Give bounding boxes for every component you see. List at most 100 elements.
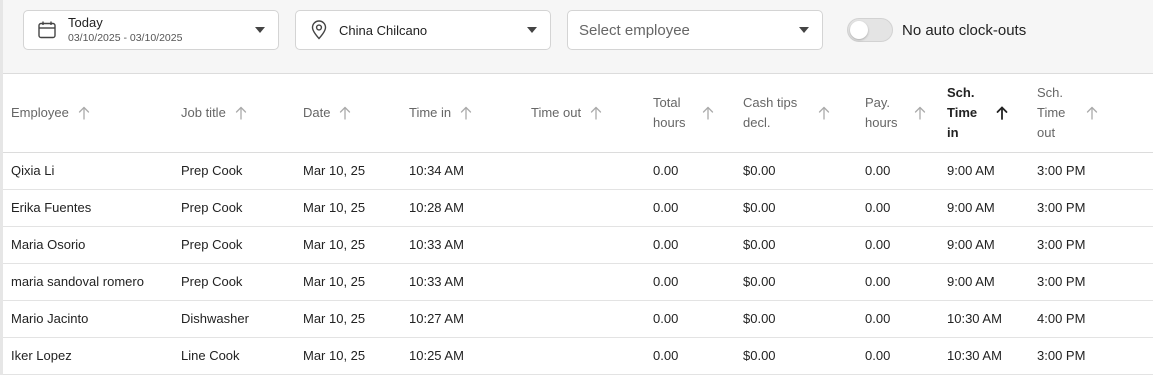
- cell-value: 10:33 AM: [409, 237, 464, 252]
- cell-value: 10:28 AM: [409, 200, 464, 215]
- cell-cash-tips: $0.00: [735, 300, 857, 338]
- cell-value: Mar 10, 25: [303, 237, 366, 252]
- cell-value: 10:27 AM: [409, 311, 464, 326]
- cell-date: Mar 10, 25: [295, 152, 401, 190]
- cell-value: Prep Cook: [181, 237, 243, 252]
- arrow-up-icon[interactable]: [996, 106, 1008, 121]
- column-header-cell: Sch. Time in: [939, 83, 1029, 143]
- cell-sch-out: 3:00 PM: [1029, 263, 1153, 301]
- arrow-up-icon[interactable]: [78, 106, 90, 120]
- cell-time-out: [523, 300, 645, 338]
- table-row[interactable]: Iker Lopez Line Cook Mar 10, 25 10:25 AM 0.0…: [3, 337, 1153, 375]
- cell-total-hours: 0.00: [645, 189, 735, 227]
- cell-job: Prep Cook: [173, 189, 295, 227]
- auto-clock-out-toggle-group: No auto clock-outs: [847, 18, 1026, 42]
- cell-sch-in: 10:30 AM: [939, 337, 1029, 375]
- cell-employee: Iker Lopez: [3, 337, 173, 375]
- column-header-sch-out[interactable]: Sch. Time out: [1029, 75, 1153, 153]
- cell-date: Mar 10, 25: [295, 189, 401, 227]
- cell-value: 3:00 PM: [1037, 163, 1086, 178]
- column-header-pay-hours[interactable]: Pay. hours: [857, 75, 939, 153]
- table-header-row: Employee Job title Date Time in Time out Tota…: [3, 75, 1153, 153]
- cell-date: Mar 10, 25: [295, 337, 401, 375]
- cell-sch-out: 3:00 PM: [1029, 226, 1153, 264]
- table-row[interactable]: Maria Osorio Prep Cook Mar 10, 25 10:33 AM 0…: [3, 226, 1153, 264]
- table-row[interactable]: maria sandoval romero Prep Cook Mar 10, 25…: [3, 263, 1153, 301]
- cell-value: 3:00 PM: [1037, 237, 1086, 252]
- arrow-up-icon[interactable]: [702, 106, 714, 120]
- cell-value: Mar 10, 25: [303, 348, 366, 363]
- toggle-knob: [850, 21, 868, 39]
- cell-time-out: [523, 189, 645, 227]
- table-row[interactable]: Qixia Li Prep Cook Mar 10, 25 10:34 AM 0.00 $…: [3, 152, 1153, 190]
- cell-date: Mar 10, 25: [295, 263, 401, 301]
- arrow-up-icon[interactable]: [235, 106, 247, 120]
- cell-value: 9:00 AM: [947, 200, 995, 215]
- column-header-time-out[interactable]: Time out: [523, 75, 645, 153]
- column-header-label: Sch. Time out: [1037, 85, 1066, 141]
- table-row[interactable]: Mario Jacinto Dishwasher Mar 10, 25 10:27 A…: [3, 300, 1153, 338]
- column-header-cell: Cash tips decl.: [735, 93, 857, 133]
- cell-total-hours: 0.00: [645, 337, 735, 375]
- arrow-up-icon[interactable]: [818, 106, 830, 120]
- cell-pay-hours: 0.00: [857, 226, 939, 264]
- caret-down-icon: [799, 27, 809, 33]
- cell-pay-hours: 0.00: [857, 337, 939, 375]
- arrow-up-icon[interactable]: [590, 106, 602, 120]
- cell-sch-out: 4:00 PM: [1029, 300, 1153, 338]
- arrow-up-icon[interactable]: [339, 106, 351, 120]
- cell-value: 0.00: [653, 311, 679, 326]
- date-filter-dropdown[interactable]: Today 03/10/2025 - 03/10/2025: [23, 10, 279, 50]
- cell-value: 0.00: [865, 274, 891, 289]
- employee-select-placeholder: Select employee: [579, 21, 690, 39]
- cell-cash-tips: $0.00: [735, 189, 857, 227]
- column-header-time-in[interactable]: Time in: [401, 75, 523, 153]
- cell-date: Mar 10, 25: [295, 300, 401, 338]
- location-filter-dropdown[interactable]: China Chilcano: [295, 10, 551, 50]
- cell-value: 10:30 AM: [947, 348, 1002, 363]
- cell-sch-in: 9:00 AM: [939, 226, 1029, 264]
- cell-time-in: 10:28 AM: [401, 189, 523, 227]
- cell-job: Prep Cook: [173, 263, 295, 301]
- cell-pay-hours: 0.00: [857, 263, 939, 301]
- cell-value: $0.00: [743, 348, 776, 363]
- cell-job: Prep Cook: [173, 226, 295, 264]
- column-header-date[interactable]: Date: [295, 75, 401, 153]
- cell-sch-out: 3:00 PM: [1029, 337, 1153, 375]
- arrow-up-icon[interactable]: [1086, 106, 1098, 120]
- cell-value: 3:00 PM: [1037, 274, 1086, 289]
- cell-sch-out: 3:00 PM: [1029, 152, 1153, 190]
- column-header-employee[interactable]: Employee: [3, 75, 173, 153]
- cell-value: 10:33 AM: [409, 274, 464, 289]
- employee-select[interactable]: Select employee: [567, 10, 823, 50]
- location-filter-value: China Chilcano: [339, 22, 428, 38]
- cell-employee: Maria Osorio: [3, 226, 173, 264]
- column-header-label: Job title: [181, 105, 226, 121]
- no-auto-clock-outs-toggle[interactable]: [847, 18, 893, 42]
- cell-value: Mar 10, 25: [303, 311, 366, 326]
- cell-value: Mar 10, 25: [303, 163, 366, 178]
- column-header-cell: Date: [295, 103, 401, 123]
- table-row[interactable]: Erika Fuentes Prep Cook Mar 10, 25 10:28 AM…: [3, 189, 1153, 227]
- cell-time-in: 10:25 AM: [401, 337, 523, 375]
- arrow-up-icon[interactable]: [460, 106, 472, 120]
- cell-cash-tips: $0.00: [735, 263, 857, 301]
- cell-value: Prep Cook: [181, 274, 243, 289]
- cell-value: $0.00: [743, 200, 776, 215]
- column-header-total-hours[interactable]: Total hours: [645, 75, 735, 153]
- cell-time-out: [523, 337, 645, 375]
- column-header-cell: Employee: [3, 103, 173, 123]
- arrow-up-icon[interactable]: [914, 106, 926, 120]
- column-header-cell: Time in: [401, 103, 523, 123]
- cell-job: Dishwasher: [173, 300, 295, 338]
- column-header-cell: Pay. hours: [857, 93, 939, 133]
- cell-value: Maria Osorio: [11, 237, 86, 252]
- column-header-cash-tips[interactable]: Cash tips decl.: [735, 75, 857, 153]
- cell-time-in: 10:27 AM: [401, 300, 523, 338]
- cell-value: 0.00: [653, 200, 679, 215]
- column-header-cell: Total hours: [645, 93, 735, 133]
- column-header-job[interactable]: Job title: [173, 75, 295, 153]
- cell-cash-tips: $0.00: [735, 152, 857, 190]
- cell-value: 0.00: [653, 237, 679, 252]
- column-header-sch-in[interactable]: Sch. Time in: [939, 75, 1029, 153]
